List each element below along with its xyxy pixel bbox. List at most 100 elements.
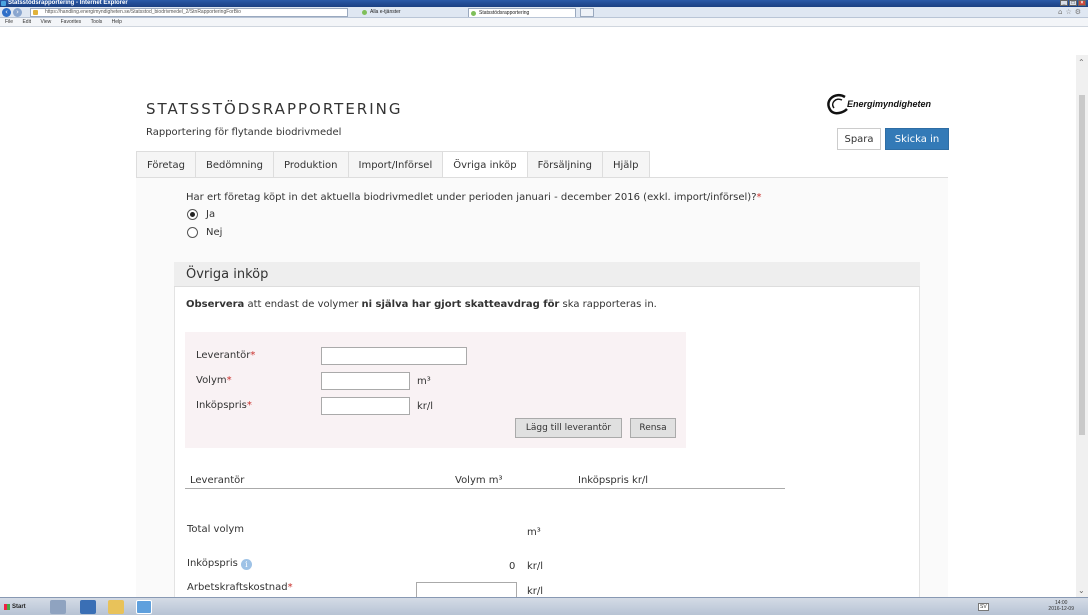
volume-input[interactable] <box>321 372 410 390</box>
browser-tab-statsstod[interactable]: Statsstödsrapportering <box>468 8 576 17</box>
server-manager-icon[interactable] <box>50 600 66 614</box>
save-button[interactable]: Spara <box>837 128 881 150</box>
price-label-text: Inköpspris <box>196 400 247 411</box>
volume-label: Volym* <box>196 375 232 386</box>
supplier-label: Leverantör* <box>196 350 255 361</box>
scroll-down-icon[interactable]: ⌄ <box>1078 586 1085 595</box>
address-row: ‹ › https://handling.energimyndigheten.s… <box>0 7 1088 18</box>
radio-ja[interactable] <box>187 209 198 220</box>
tab-ovriga-inkop[interactable]: Övriga inköp <box>442 151 528 178</box>
radio-label-ja: Ja <box>206 209 216 220</box>
radio-option-nej[interactable]: Nej <box>187 227 222 238</box>
add-supplier-button[interactable]: Lägg till leverantör <box>515 418 622 438</box>
scroll-up-icon[interactable]: ⌃ <box>1078 58 1085 67</box>
internet-explorer-icon[interactable] <box>136 600 152 614</box>
menu-file[interactable]: File <box>5 19 13 25</box>
powershell-icon[interactable] <box>80 600 96 614</box>
tab-foretag[interactable]: Företag <box>136 151 196 178</box>
volume-label-text: Volym <box>196 375 227 386</box>
ie-icon <box>1 1 6 6</box>
tab-label: Statsstödsrapportering <box>479 10 530 16</box>
info-icon[interactable]: i <box>240 559 252 570</box>
table-header-price: Inköpspris kr/l <box>578 475 649 486</box>
table-header-volume: Volym m³ <box>455 475 503 486</box>
start-label: Start <box>12 604 26 610</box>
page-title: STATSSTÖDSRAPPORTERING <box>146 100 403 118</box>
menu-tools[interactable]: Tools <box>91 19 103 25</box>
logo-swoosh-icon <box>827 94 848 115</box>
required-mark: * <box>226 375 232 386</box>
total-volume-unit: m³ <box>527 527 541 538</box>
price-label: Inköpspris* <box>196 400 252 411</box>
menu-edit[interactable]: Edit <box>22 19 31 25</box>
new-tab-button[interactable] <box>580 8 594 17</box>
required-mark: * <box>246 400 252 411</box>
url-text: https://handling.energimyndigheten.se/St… <box>45 9 241 15</box>
required-mark: * <box>756 192 762 203</box>
question-text: Har ert företag köpt in det aktuella bio… <box>186 192 757 203</box>
tab-forsaljning[interactable]: Försäljning <box>526 151 603 178</box>
supplier-input[interactable] <box>321 347 467 365</box>
summary-price-unit: kr/l <box>527 561 544 572</box>
purchase-question: Har ert företag köpt in det aktuella bio… <box>186 192 762 203</box>
back-arrow-icon[interactable]: ‹ <box>2 8 11 17</box>
labor-cost-text: Arbetskraftskostnad <box>187 582 288 593</box>
table-header-supplier: Leverantör <box>190 475 245 486</box>
tab-favicon-icon <box>362 10 367 15</box>
page-subtitle: Rapportering för flytande biodrivmedel <box>146 127 342 138</box>
language-indicator[interactable]: SV <box>978 603 989 611</box>
required-mark: * <box>250 350 256 361</box>
tab-produktion[interactable]: Produktion <box>273 151 349 178</box>
notice-text: Observera att endast de volymer ni själv… <box>186 299 657 310</box>
window-title: Statsstödsrapportering - Internet Explor… <box>8 0 128 6</box>
minimize-button[interactable]: _ <box>1060 0 1068 6</box>
settings-gear-icon[interactable]: ⚙ <box>1075 8 1084 16</box>
submit-button[interactable]: Skicka in <box>885 128 949 150</box>
page-scrollbar[interactable]: ⌃ ⌄ <box>1076 55 1088 597</box>
window-controls: _ □ × <box>1060 0 1086 6</box>
windows-taskbar: Start SV 14:00 2016-12-09 <box>0 597 1088 615</box>
energimyndigheten-logo: Energimyndigheten <box>823 93 953 123</box>
clock-date: 2016-12-09 <box>1048 606 1074 612</box>
radio-label-nej: Nej <box>206 227 223 238</box>
maximize-button[interactable]: □ <box>1069 0 1077 6</box>
notice-bold-1: Observera <box>186 299 245 310</box>
menu-bar: File Edit View Favorites Tools Help <box>0 18 1088 27</box>
section-tabs: Företag Bedömning Produktion Import/Infö… <box>136 151 650 178</box>
favorites-star-icon[interactable]: ☆ <box>1065 8 1074 16</box>
tab-bedomning[interactable]: Bedömning <box>194 151 274 178</box>
tab-hjalp[interactable]: Hjälp <box>601 151 650 178</box>
logo-text: Energimyndigheten <box>847 99 932 109</box>
lock-icon <box>33 10 38 15</box>
supplier-label-text: Leverantör <box>196 350 251 361</box>
labor-cost-unit: kr/l <box>527 586 544 597</box>
close-window-button[interactable]: × <box>1078 0 1086 6</box>
menu-view[interactable]: View <box>40 19 51 25</box>
scrollbar-thumb[interactable] <box>1079 95 1085 435</box>
summary-price-value: 0 <box>509 561 516 572</box>
section-title: Övriga inköp <box>174 262 920 287</box>
start-button[interactable]: Start <box>2 600 34 614</box>
address-bar[interactable]: https://handling.energimyndigheten.se/St… <box>30 8 348 17</box>
notice-bold-2: ni själva har gjort skatteavdrag för <box>361 299 560 310</box>
notice-end: ska rapporteras in. <box>559 299 657 310</box>
tab-import[interactable]: Import/Införsel <box>347 151 444 178</box>
notice-mid: att endast de volymer <box>244 299 362 310</box>
window-titlebar: Statsstödsrapportering - Internet Explor… <box>0 0 1088 7</box>
volume-unit: m³ <box>417 376 431 387</box>
clock[interactable]: 14:00 2016-12-09 <box>1048 600 1074 612</box>
menu-help[interactable]: Help <box>112 19 122 25</box>
tab-label: Alla e-tjänster <box>370 9 401 15</box>
summary-price-text: Inköpspris <box>187 558 238 569</box>
required-mark: * <box>287 582 293 593</box>
radio-option-ja[interactable]: Ja <box>187 209 215 220</box>
radio-nej[interactable] <box>187 227 198 238</box>
browser-tab-all-services[interactable]: Alla e-tjänster <box>360 8 460 17</box>
menu-favorites[interactable]: Favorites <box>61 19 82 25</box>
labor-cost-label: Arbetskraftskostnad* <box>187 582 293 593</box>
clear-button[interactable]: Rensa <box>630 418 676 438</box>
forward-arrow-icon[interactable]: › <box>13 8 22 17</box>
price-input[interactable] <box>321 397 410 415</box>
folder-icon[interactable] <box>108 600 124 614</box>
price-unit: kr/l <box>417 401 434 412</box>
